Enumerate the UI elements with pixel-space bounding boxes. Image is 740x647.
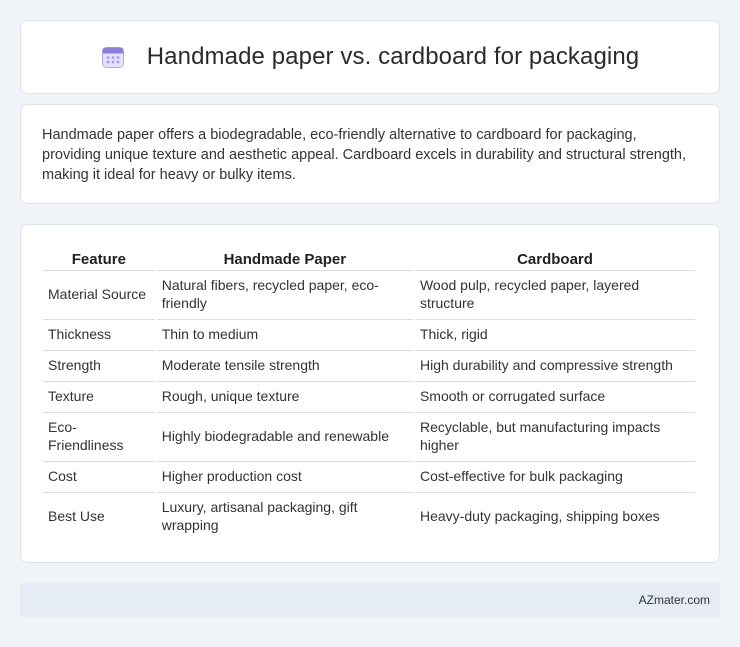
cardboard-cell: Cost-effective for bulk packaging: [414, 461, 695, 490]
summary-card: Handmade paper offers a biodegradable, e…: [20, 104, 720, 204]
table-row: Material Source Natural fibers, recycled…: [43, 270, 695, 317]
column-header-feature: Feature: [71, 251, 126, 268]
table-row: Best Use Luxury, artisanal packaging, gi…: [43, 492, 695, 539]
handmade-paper-cell: Thin to medium: [156, 319, 413, 348]
cardboard-cell: High durability and compressive strength: [414, 350, 695, 379]
feature-cell: Eco-Friendliness: [43, 412, 155, 459]
handmade-paper-cell: Natural fibers, recycled paper, eco-frie…: [156, 270, 413, 317]
handmade-paper-cell: Moderate tensile strength: [156, 350, 413, 379]
feature-cell: Thickness: [43, 319, 155, 348]
feature-cell: Cost: [43, 461, 155, 490]
cardboard-cell: Wood pulp, recycled paper, layered struc…: [414, 270, 695, 317]
handmade-paper-cell: Highly biodegradable and renewable: [156, 412, 413, 459]
comparison-table-card: Feature Handmade Paper Cardboard Materia…: [20, 224, 720, 563]
table-row: Cost Higher production cost Cost-effecti…: [43, 461, 695, 490]
page-title: Handmade paper vs. cardboard for packagi…: [146, 43, 640, 70]
header-card: Handmade paper vs. cardboard for packagi…: [20, 20, 720, 94]
feature-cell: Material Source: [43, 270, 155, 317]
table-row: Texture Rough, unique texture Smooth or …: [43, 381, 695, 410]
cardboard-cell: Thick, rigid: [414, 319, 695, 348]
column-header-handmade-paper: Handmade Paper: [223, 251, 347, 268]
source-label: AZmater.com: [638, 593, 710, 607]
table-row: Strength Moderate tensile strength High …: [43, 350, 695, 379]
column-header-cardboard: Cardboard: [517, 251, 593, 268]
handmade-paper-cell: Luxury, artisanal packaging, gift wrappi…: [156, 492, 413, 539]
handmade-paper-cell: Rough, unique texture: [156, 381, 413, 410]
table-header-row: Feature Handmade Paper Cardboard: [43, 247, 695, 268]
cardboard-cell: Smooth or corrugated surface: [414, 381, 695, 410]
cardboard-cell: Heavy-duty packaging, shipping boxes: [414, 492, 695, 539]
comparison-table: Feature Handmade Paper Cardboard Materia…: [41, 245, 697, 541]
table-row: Eco-Friendliness Highly biodegradable an…: [43, 412, 695, 459]
footer: AZmater.com: [20, 583, 720, 617]
title-wrap: Handmade paper vs. cardboard for packagi…: [101, 43, 640, 71]
calendar-icon: [101, 47, 124, 68]
table-row: Thickness Thin to medium Thick, rigid: [43, 319, 695, 348]
cardboard-cell: Recyclable, but manufacturing impacts hi…: [414, 412, 695, 459]
feature-cell: Strength: [43, 350, 155, 379]
handmade-paper-cell: Higher production cost: [156, 461, 413, 490]
summary-text: Handmade paper offers a biodegradable, e…: [42, 127, 687, 183]
feature-cell: Best Use: [43, 492, 155, 539]
feature-cell: Texture: [43, 381, 155, 410]
